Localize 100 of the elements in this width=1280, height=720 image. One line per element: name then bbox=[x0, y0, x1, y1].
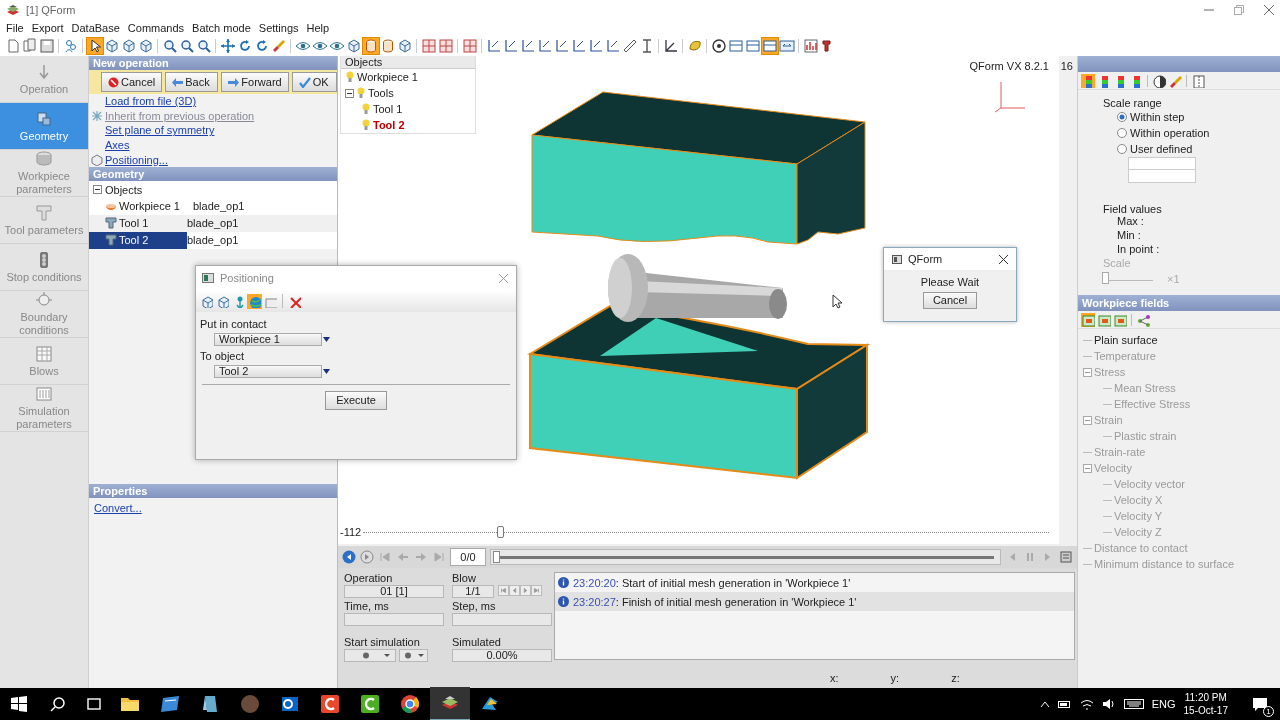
toolbar-button[interactable]: Cancel bbox=[101, 72, 163, 92]
menu-item[interactable]: Export bbox=[27, 22, 68, 34]
collapse-icon[interactable] bbox=[345, 88, 354, 98]
toolbar-button[interactable] bbox=[710, 38, 727, 54]
tree-item[interactable]: Objects bbox=[105, 183, 143, 196]
input-field[interactable] bbox=[1128, 170, 1196, 183]
tree-item[interactable]: Tool 2 bbox=[373, 119, 405, 131]
nodes-icon bbox=[1136, 312, 1150, 327]
search-icon[interactable] bbox=[50, 696, 66, 712]
toolbar-button[interactable] bbox=[587, 38, 604, 54]
start-icon[interactable] bbox=[10, 695, 28, 713]
grid-icon bbox=[461, 38, 478, 54]
panel-icon bbox=[761, 38, 778, 54]
link[interactable]: Axes bbox=[105, 139, 130, 152]
menu-item[interactable]: Batch mode bbox=[188, 22, 255, 34]
toolbar-button[interactable] bbox=[536, 38, 553, 54]
toolbar-button[interactable] bbox=[553, 38, 570, 54]
field-label: Max : bbox=[1116, 215, 1145, 229]
layer-icon bbox=[1081, 312, 1095, 327]
move-icon bbox=[219, 38, 236, 54]
close-icon[interactable] bbox=[999, 254, 1008, 264]
wifi-icon[interactable] bbox=[1079, 698, 1094, 710]
toolbar-button[interactable]: Forward bbox=[221, 72, 289, 92]
toolbar-button[interactable] bbox=[485, 38, 502, 54]
tree-item[interactable]: Tool 1 bbox=[89, 214, 187, 232]
battery-icon[interactable] bbox=[1057, 699, 1072, 709]
grid-icon bbox=[420, 38, 437, 54]
link[interactable]: Positioning... bbox=[105, 153, 168, 166]
toolbar-button[interactable]: Back bbox=[165, 72, 219, 92]
log-message: 23:20:27: Finish of initial mesh generation in 'Workpiece 1' bbox=[573, 595, 857, 608]
toolbar-button[interactable] bbox=[161, 38, 178, 54]
record-dropdown[interactable] bbox=[344, 649, 396, 662]
toolbar-button[interactable] bbox=[604, 38, 621, 54]
delete-icon bbox=[288, 294, 301, 308]
toolbar-button[interactable] bbox=[519, 38, 536, 54]
tree-item[interactable]: Workpiece 1 bbox=[89, 197, 187, 215]
toolbar-button[interactable] bbox=[502, 38, 519, 54]
radio-option[interactable]: User defined bbox=[1103, 141, 1280, 157]
chevron-up-icon[interactable] bbox=[1039, 700, 1050, 708]
field-label: In point : bbox=[1116, 243, 1161, 257]
menu-item[interactable]: DataBase bbox=[67, 22, 124, 34]
tree-item[interactable]: Tools bbox=[368, 87, 394, 99]
avatar-icon bbox=[239, 693, 261, 715]
link[interactable]: Set plane of symmetry bbox=[105, 124, 215, 137]
slider-thumb[interactable] bbox=[493, 551, 500, 563]
task-view-icon[interactable] bbox=[86, 696, 102, 712]
menu-item[interactable]: Settings bbox=[254, 22, 303, 34]
close-icon[interactable] bbox=[1264, 5, 1274, 15]
back-icon[interactable] bbox=[342, 550, 356, 564]
menu-item[interactable]: Commands bbox=[123, 22, 189, 34]
radio-option[interactable]: Within operation bbox=[1103, 125, 1280, 141]
dialog-message: Please Wait bbox=[920, 276, 980, 288]
cancel-icon bbox=[108, 76, 119, 88]
cancel-button[interactable]: Cancel bbox=[923, 292, 977, 309]
blob-icon bbox=[686, 38, 703, 54]
speaker-icon[interactable] bbox=[1101, 698, 1116, 710]
field-label: Simulated bbox=[452, 636, 502, 649]
toolbar-button[interactable] bbox=[570, 38, 587, 54]
menu-item[interactable]: Help bbox=[302, 22, 334, 34]
progress-field: 0.00% bbox=[452, 649, 552, 662]
link[interactable]: Load from file (3D) bbox=[105, 95, 197, 108]
language-indicator[interactable]: ENG bbox=[1151, 698, 1176, 710]
input-field[interactable] bbox=[1128, 157, 1196, 170]
split-icon bbox=[1191, 73, 1205, 88]
axis-icon bbox=[502, 38, 519, 54]
section-label: Field values bbox=[1103, 203, 1163, 215]
dialog-title: QForm bbox=[908, 253, 943, 265]
radio-option[interactable]: Within step bbox=[1103, 109, 1280, 125]
record-dropdown[interactable] bbox=[399, 649, 428, 662]
collapse-icon[interactable] bbox=[93, 185, 102, 195]
forward-icon[interactable] bbox=[360, 550, 374, 564]
angle-icon bbox=[662, 38, 679, 54]
field-label: Scale bbox=[1103, 257, 1132, 271]
taskbar-app[interactable] bbox=[430, 687, 470, 720]
toolbar-button[interactable] bbox=[86, 38, 103, 54]
tree-item[interactable]: Plain surface bbox=[1094, 334, 1158, 346]
tree-item[interactable]: Workpiece 1 bbox=[357, 71, 418, 83]
tree-item[interactable]: Tool 1 bbox=[373, 103, 403, 115]
clock[interactable]: 11:20 PM 15-Oct-17 bbox=[1183, 691, 1228, 717]
execute-button[interactable]: Execute bbox=[325, 391, 387, 410]
toolbar-button[interactable]: OK bbox=[291, 72, 337, 92]
menu-item[interactable]: File bbox=[2, 22, 28, 34]
coordinate-label: y: bbox=[890, 672, 900, 684]
cube-icon bbox=[216, 294, 229, 308]
table-cell-text: blade_op1 bbox=[192, 200, 246, 213]
link[interactable]: Convert... bbox=[94, 502, 142, 514]
letter-c-icon bbox=[359, 693, 381, 715]
notification-icon[interactable] bbox=[1252, 697, 1268, 711]
link: Inherit from previous operation bbox=[105, 109, 255, 122]
toolbar-button[interactable] bbox=[195, 38, 212, 54]
toolbar-button[interactable] bbox=[621, 38, 638, 54]
slider-thumb[interactable] bbox=[497, 526, 505, 538]
tool-icon bbox=[105, 217, 117, 230]
dropdown-arrow-icon bbox=[323, 337, 330, 342]
toolbar-button[interactable] bbox=[662, 38, 679, 54]
toolbar-button[interactable] bbox=[178, 38, 195, 54]
toolbar-button[interactable] bbox=[1152, 73, 1166, 88]
cube-icon bbox=[35, 109, 53, 128]
keyboard-icon[interactable] bbox=[1123, 698, 1144, 710]
value-field: 1/1 bbox=[452, 585, 494, 598]
